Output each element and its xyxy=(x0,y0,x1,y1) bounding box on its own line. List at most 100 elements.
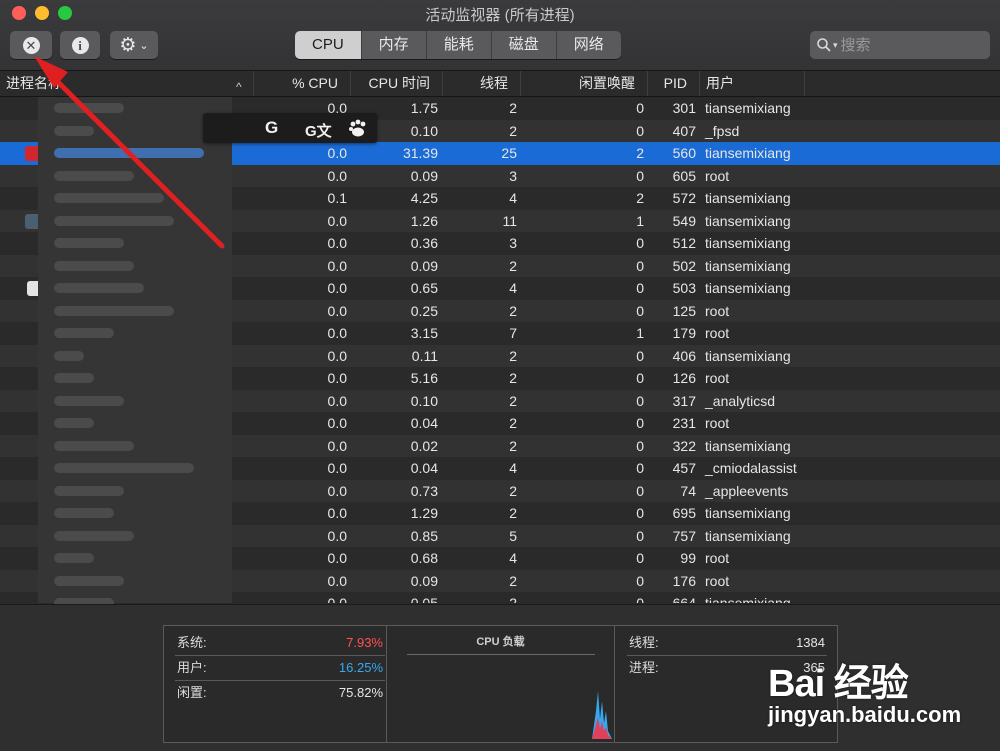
cpu-cell: 0.0 xyxy=(327,415,347,431)
cpu-time-cell: 0.02 xyxy=(410,437,438,454)
threads-cell: 2 xyxy=(509,122,517,139)
toolbar: 活动监视器 (所有进程) ✕ i ⚙ ⌄ CPU 内存 能耗 磁盘 网络 ▾ xyxy=(0,0,1000,71)
threads-cell: 2 xyxy=(509,595,517,603)
threads-cell: 2 xyxy=(509,572,517,589)
idle-wakeups-cell: 0 xyxy=(636,460,644,476)
user-cell: root xyxy=(705,325,730,341)
cpu-time-cell: 0.09 xyxy=(410,167,438,184)
threads-cell: 2 xyxy=(509,415,517,431)
user-value: 16.25% xyxy=(338,660,383,675)
idle-wakeups-cell: 0 xyxy=(636,302,644,319)
threads-cell: 4 xyxy=(509,460,517,476)
google-search-icon[interactable]: G xyxy=(265,118,278,138)
cpu-time-cell: 1.26 xyxy=(410,212,438,229)
search-field[interactable]: ▾ xyxy=(810,31,990,59)
close-icon: ✕ xyxy=(22,36,40,54)
cpu-cell: 0.0 xyxy=(327,280,347,296)
cpu-summary-box: 系统: 7.93% 用户: 16.25% 闲置: 75.82% CPU 负载 线… xyxy=(163,625,838,743)
cpu-time-cell: 0.04 xyxy=(410,460,438,476)
pid-cell: 502 xyxy=(672,257,696,274)
column-process-name[interactable]: 进程名称 ^ xyxy=(0,71,254,96)
tab-memory[interactable]: 内存 xyxy=(360,31,426,59)
blurred-name xyxy=(54,305,174,316)
blurred-name xyxy=(54,260,134,271)
threads-cell: 7 xyxy=(509,325,517,341)
blurred-process-names xyxy=(38,97,232,608)
cpu-cell: 0.0 xyxy=(327,392,347,409)
cpu-time-cell: 3.15 xyxy=(410,325,438,341)
view-tabs: CPU 内存 能耗 磁盘 网络 xyxy=(295,31,621,59)
cpu-cell: 0.0 xyxy=(327,235,347,251)
tab-network[interactable]: 网络 xyxy=(555,31,621,59)
baidu-watermark: Bai 经验 jingyan.baidu.com xyxy=(768,642,988,746)
cpu-cell: 0.1 xyxy=(327,190,347,206)
cpu-cell: 0.0 xyxy=(327,257,347,274)
column-cpu-time[interactable]: CPU 时间 xyxy=(351,71,443,96)
search-icon xyxy=(817,38,831,52)
cpu-time-cell: 0.25 xyxy=(410,302,438,319)
idle-wakeups-cell: 1 xyxy=(636,212,644,229)
stop-process-button[interactable]: ✕ xyxy=(10,31,52,59)
search-dropdown-icon: ▾ xyxy=(833,39,838,50)
user-cell: root xyxy=(705,370,730,386)
tab-disk[interactable]: 磁盘 xyxy=(490,31,556,59)
inspect-process-button[interactable]: i xyxy=(60,31,100,59)
pid-cell: 406 xyxy=(672,347,696,364)
column-pid[interactable]: PID xyxy=(648,71,700,96)
threads-cell: 2 xyxy=(509,347,517,364)
column-cpu[interactable]: % CPU xyxy=(254,71,351,96)
blurred-name xyxy=(54,373,94,383)
user-cell: tiansemixiang xyxy=(705,235,791,251)
blurred-name xyxy=(54,463,194,473)
search-input[interactable] xyxy=(838,35,983,55)
user-cell: tiansemixiang xyxy=(705,505,791,521)
column-user[interactable]: 用户 xyxy=(700,71,805,96)
idle-wakeups-cell: 0 xyxy=(636,347,644,364)
threads-cell: 2 xyxy=(509,505,517,521)
tab-energy[interactable]: 能耗 xyxy=(425,31,491,59)
threads-cell: 2 xyxy=(509,482,517,499)
cpu-cell: 0.0 xyxy=(327,302,347,319)
cpu-cell: 0.0 xyxy=(327,572,347,589)
pid-cell: 99 xyxy=(680,550,696,566)
pid-cell: 512 xyxy=(672,235,696,251)
idle-wakeups-cell: 0 xyxy=(636,167,644,184)
idle-wakeups-cell: 2 xyxy=(636,145,644,161)
pid-cell: 176 xyxy=(672,572,696,589)
cpu-time-cell: 0.10 xyxy=(410,392,438,409)
cpu-time-cell: 5.16 xyxy=(410,370,438,386)
blurred-name xyxy=(54,283,144,293)
threads-cell: 3 xyxy=(509,235,517,251)
column-idle-wakeups[interactable]: 闲置唤醒 xyxy=(521,71,648,96)
pid-cell: 126 xyxy=(672,370,696,386)
pid-cell: 605 xyxy=(672,167,696,184)
tab-cpu[interactable]: CPU xyxy=(295,31,361,59)
action-menu-button[interactable]: ⚙ ⌄ xyxy=(110,31,158,59)
column-threads[interactable]: 线程 xyxy=(443,71,521,96)
cpu-cell: 0.0 xyxy=(327,325,347,341)
pid-cell: 664 xyxy=(672,595,696,603)
blurred-name xyxy=(54,508,114,518)
threads-cell: 2 xyxy=(509,392,517,409)
idle-wakeups-cell: 0 xyxy=(636,437,644,454)
cpu-cell: 0.0 xyxy=(327,347,347,364)
google-translate-icon[interactable]: G文 xyxy=(305,120,332,141)
stat-user: 用户: 16.25% xyxy=(175,656,385,681)
threads-cell: 4 xyxy=(509,280,517,296)
pid-cell: 757 xyxy=(672,527,696,544)
cpu-time-cell: 0.73 xyxy=(410,482,438,499)
user-cell: _appleevents xyxy=(705,482,789,499)
cpu-time-cell: 4.25 xyxy=(410,190,438,206)
idle-wakeups-cell: 2 xyxy=(636,190,644,206)
idle-value: 75.82% xyxy=(338,685,383,700)
blurred-name xyxy=(54,103,124,113)
paw-icon[interactable] xyxy=(348,119,368,138)
cpu-cell: 0.0 xyxy=(327,527,347,544)
user-cell: tiansemixiang xyxy=(705,437,791,454)
cpu-time-cell: 0.09 xyxy=(410,257,438,274)
blurred-name xyxy=(54,440,134,451)
user-cell: tiansemixiang xyxy=(705,280,791,296)
threads-cell: 4 xyxy=(509,190,517,206)
cpu-cell: 0.0 xyxy=(327,437,347,454)
pid-cell: 301 xyxy=(672,100,696,116)
